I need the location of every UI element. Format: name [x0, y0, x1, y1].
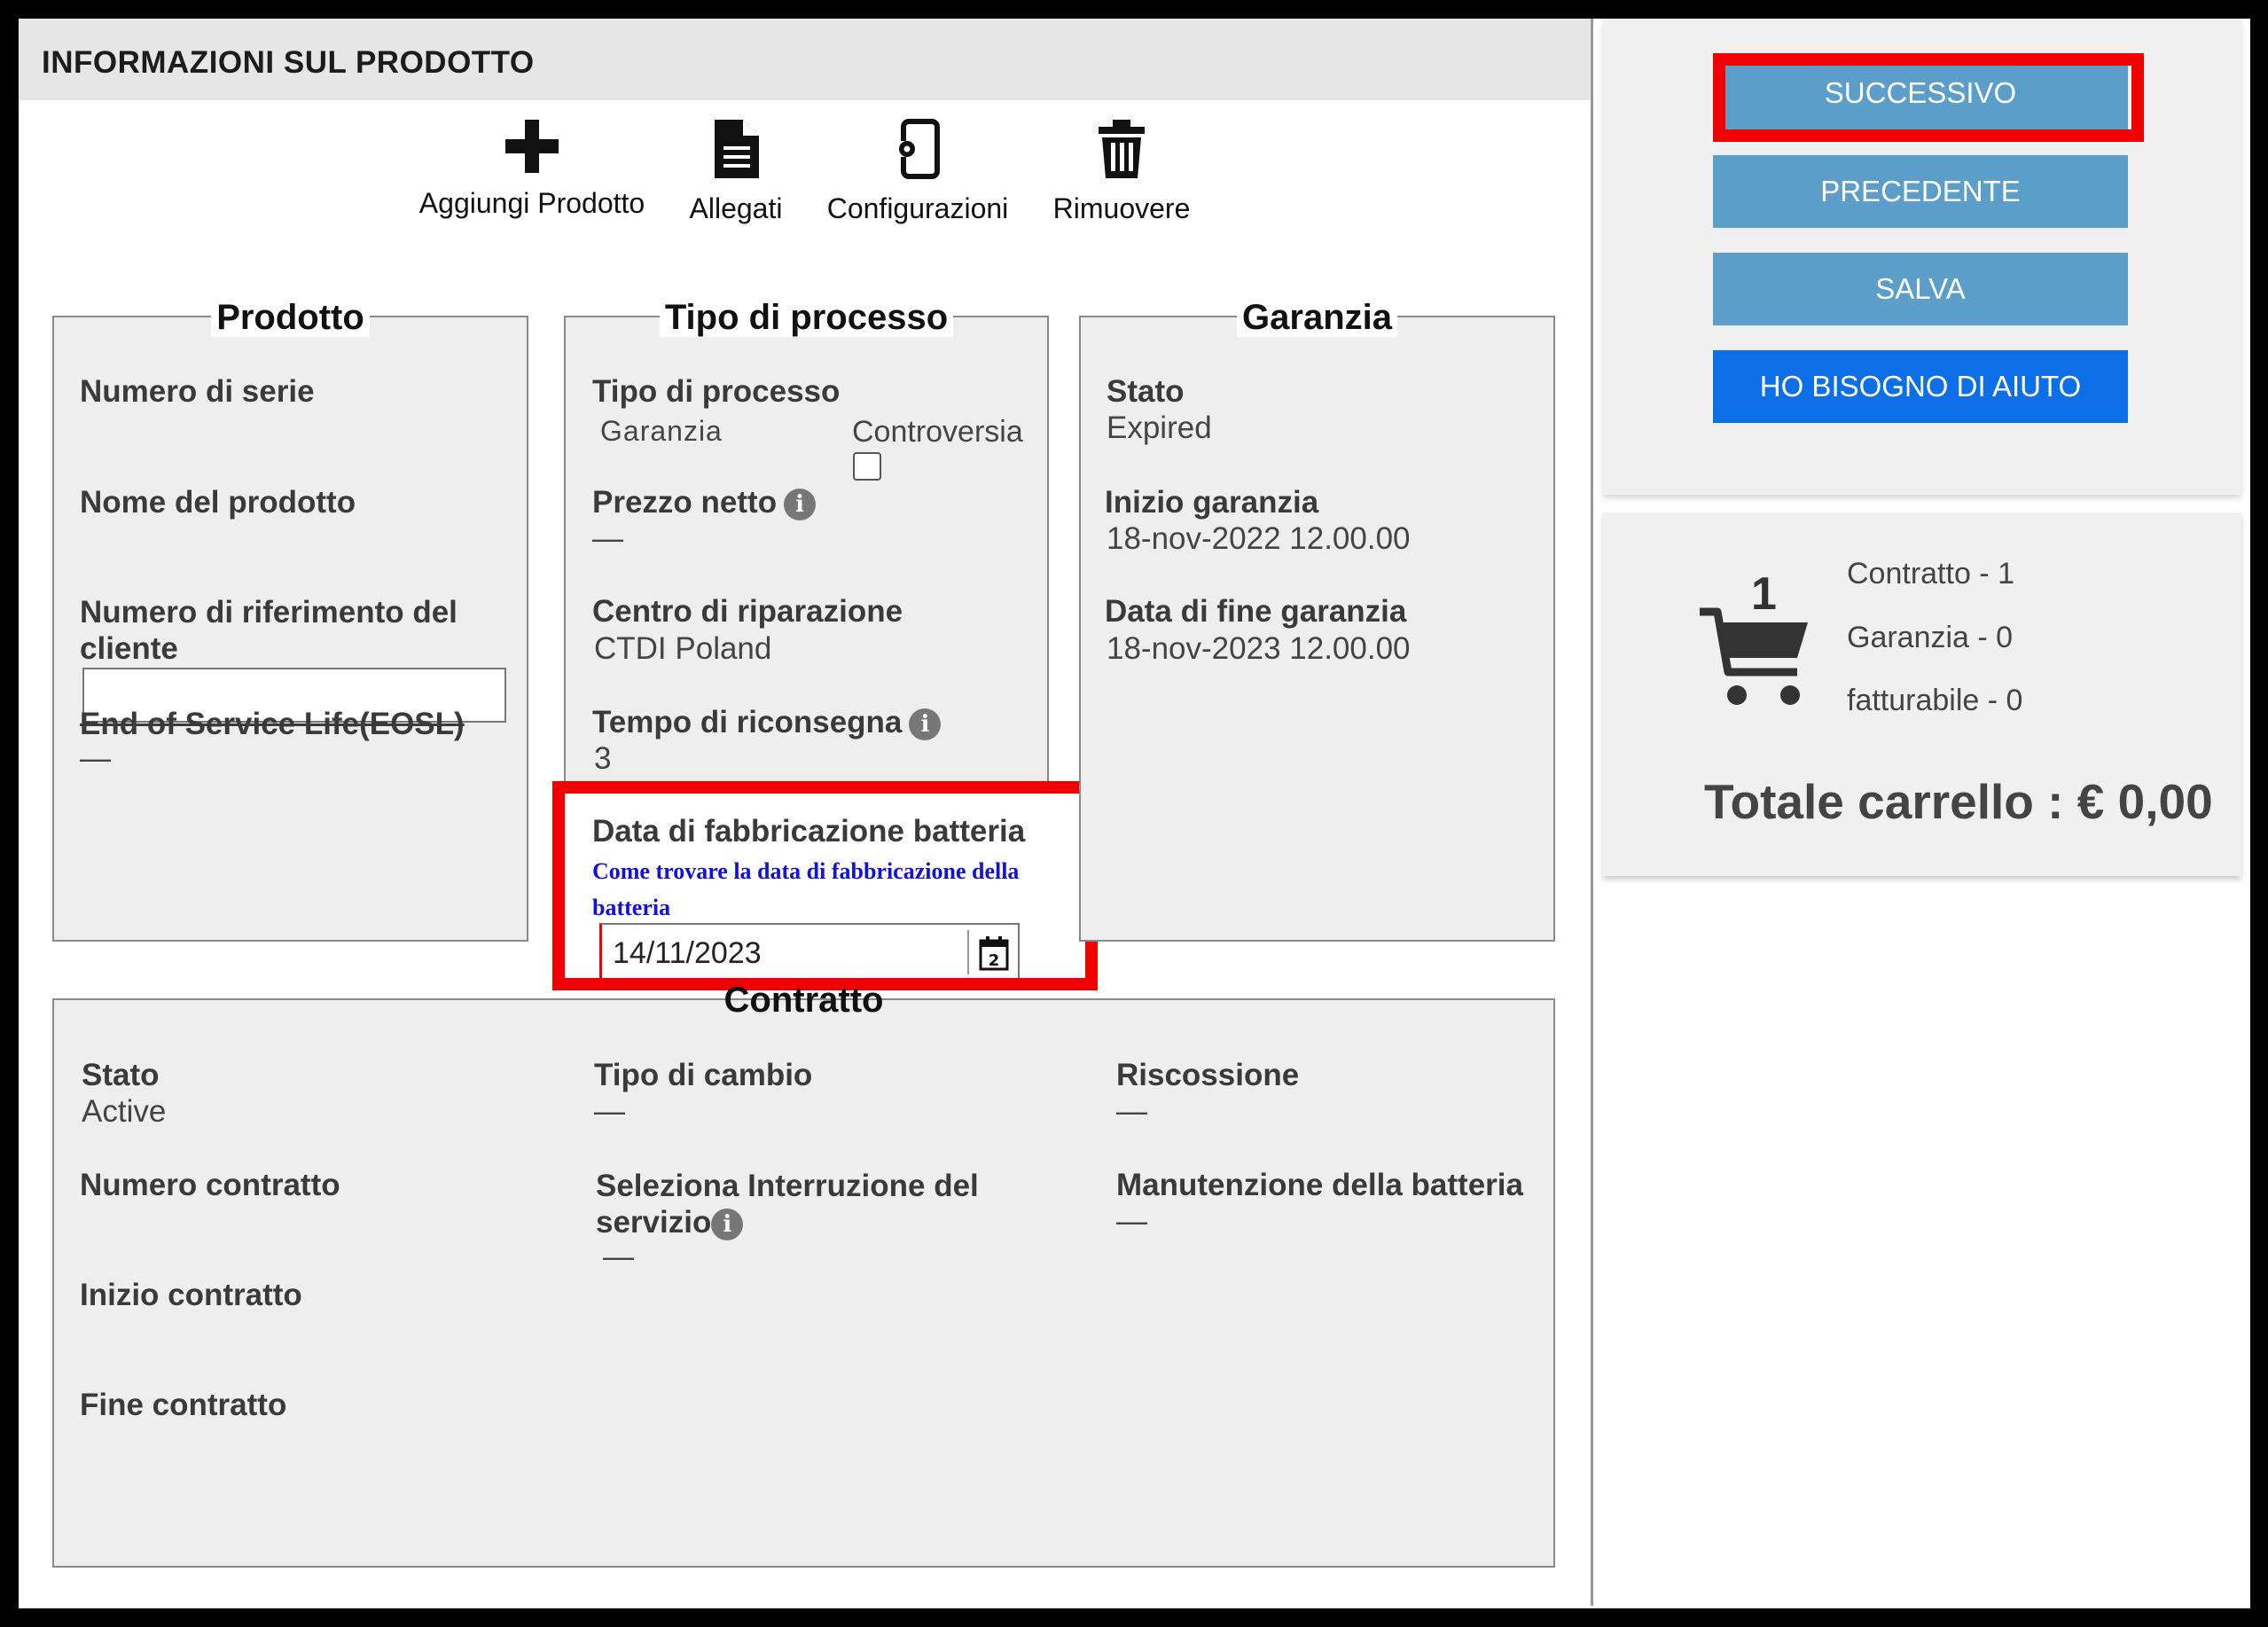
warranty-end-label: Data di fine garanzia	[1105, 594, 1407, 629]
configurations-label: Configurazioni	[826, 192, 1009, 224]
warranty-status-value: Expired	[1107, 411, 1212, 445]
battery-maintenance-label: Manutenzione della batteria	[1116, 1168, 1523, 1202]
contract-panel-title: Contratto	[723, 981, 884, 1020]
remove-button[interactable]: Rimuovere	[1046, 118, 1197, 225]
collection-label: Riscossione	[1116, 1058, 1300, 1092]
info-icon[interactable]: i	[711, 1208, 744, 1240]
exchange-type-label: Tipo di cambio	[594, 1058, 813, 1092]
save-button[interactable]: SALVA	[1713, 253, 2128, 325]
previous-button[interactable]: PRECEDENTE	[1713, 155, 2128, 228]
configuration-icon	[895, 119, 940, 179]
option-controversia-label: Controversia	[852, 415, 1023, 449]
contract-panel-title-wrap: Contratto	[54, 981, 1553, 1020]
battery-date-highlight	[552, 781, 1098, 990]
cart-contract-line: Contratto - 1	[1847, 557, 2014, 591]
warranty-panel-title-wrap: Garanzia	[1081, 298, 1553, 337]
product-panel-title-wrap: Prodotto	[54, 298, 527, 337]
contract-status-label: Stato	[82, 1058, 160, 1092]
add-product-label: Aggiungi Prodotto	[418, 187, 645, 219]
product-panel-title: Prodotto	[211, 298, 370, 337]
page-title: INFORMAZIONI SUL PRODOTTO	[42, 45, 535, 80]
contract-end-label: Fine contratto	[80, 1388, 287, 1422]
process-panel-title-wrap: Tipo di processo	[566, 298, 1047, 337]
process-panel-title: Tipo di processo	[659, 298, 954, 337]
next-button-highlight	[1713, 53, 2144, 142]
contract-number-label: Numero contratto	[80, 1168, 340, 1202]
net-price-label: Prezzo netto	[592, 485, 778, 520]
cart-total: Totale carrello : € 0,00	[1704, 774, 2213, 829]
section-header: INFORMAZIONI SUL PRODOTTO	[19, 19, 1592, 100]
info-icon[interactable]: i	[784, 488, 817, 520]
exchange-type-value: —	[594, 1094, 625, 1129]
service-interruption-label-row: Seleziona Interruzione del servizio i	[596, 1168, 1021, 1240]
battery-maintenance-value: —	[1116, 1204, 1147, 1239]
cart-billable-line: fatturabile - 0	[1847, 684, 2023, 717]
configurations-button[interactable]: Configurazioni	[820, 118, 1015, 225]
add-product-button[interactable]: Aggiungi Prodotto	[415, 118, 649, 220]
net-price-value: —	[592, 521, 623, 556]
contract-status-value: Active	[82, 1094, 167, 1129]
service-interruption-label: Seleziona Interruzione del servizio	[596, 1169, 979, 1240]
cart-warranty-line: Garanzia - 0	[1847, 621, 2014, 654]
attachments-label: Allegati	[689, 192, 783, 224]
help-button[interactable]: HO BISOGNO DI AIUTO	[1713, 350, 2128, 423]
warranty-panel-title: Garanzia	[1237, 298, 1397, 337]
serial-number-label: Numero di serie	[80, 374, 315, 409]
option-garanzia[interactable]: Garanzia	[600, 415, 723, 448]
warranty-start-label: Inizio garanzia	[1105, 485, 1319, 520]
warranty-end-value: 18-nov-2023 12.00.00	[1107, 631, 1411, 666]
info-icon[interactable]: i	[909, 708, 942, 740]
remove-label: Rimuovere	[1052, 192, 1191, 224]
eosl-value: —	[80, 741, 111, 776]
eosl-label: End of Service Life(EOSL)	[80, 707, 465, 741]
vertical-separator	[1591, 19, 1593, 1606]
trash-icon	[1099, 120, 1145, 178]
repair-center-label: Centro di riparazione	[592, 594, 903, 629]
product-name-label: Nome del prodotto	[80, 485, 356, 520]
warranty-status-label: Stato	[1107, 374, 1185, 409]
plus-icon	[505, 120, 559, 173]
attachments-button[interactable]: Allegati	[674, 118, 798, 225]
process-type-label: Tipo di processo	[592, 374, 841, 409]
repair-center-value: CTDI Poland	[594, 631, 772, 666]
cart-count: 1	[1751, 568, 1777, 620]
collection-value: —	[1116, 1094, 1147, 1129]
turnaround-label-row: Tempo di riconsegna i	[592, 705, 942, 740]
turnaround-value: 3	[594, 741, 612, 776]
turnaround-label: Tempo di riconsegna	[592, 705, 903, 739]
document-icon	[715, 120, 759, 178]
controversia-checkbox[interactable]	[853, 452, 881, 481]
customer-reference-label: Numero di riferimento del cliente	[80, 595, 458, 666]
contract-start-label: Inizio contratto	[80, 1278, 302, 1312]
net-price-label-row: Prezzo netto i	[592, 485, 817, 520]
service-interruption-value: —	[603, 1240, 634, 1274]
warranty-start-value: 18-nov-2022 12.00.00	[1107, 521, 1411, 556]
